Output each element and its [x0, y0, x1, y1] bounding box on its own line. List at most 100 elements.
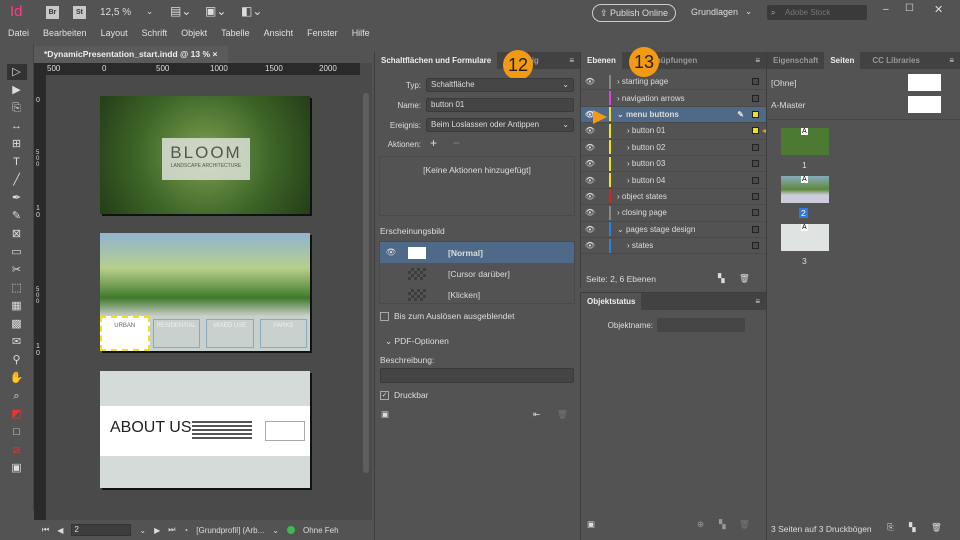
gradient-feather-tool-icon[interactable]: ▩	[7, 316, 27, 332]
preview-icon[interactable]: ▣	[587, 519, 595, 530]
page-size-icon[interactable]: ⎘	[887, 522, 894, 533]
pen-tool-icon[interactable]: ✒	[7, 190, 27, 206]
eye-icon[interactable]: 👁	[581, 176, 599, 185]
eyedropper-tool-icon[interactable]: ⚲	[7, 352, 27, 368]
selection-indicator[interactable]	[752, 127, 759, 135]
screen-mode-normal-icon[interactable]: ▣	[7, 460, 27, 476]
pencil-tool-icon[interactable]: ✎	[7, 208, 27, 224]
menu-button-parks[interactable]: PARKS	[259, 319, 307, 348]
menu-layout[interactable]: Layout	[101, 28, 128, 38]
name-input[interactable]: button 01	[426, 98, 574, 112]
tab-layers[interactable]: Ebenen	[581, 52, 622, 69]
last-page-icon[interactable]: ⏭	[168, 525, 175, 535]
chevron-right-icon[interactable]: ›	[627, 176, 630, 185]
arrange-documents-icon[interactable]: ◧⌄	[241, 4, 262, 18]
layer-row[interactable]: 👁 › button 04	[581, 172, 767, 189]
profile-chevron-icon[interactable]: ⌄	[272, 526, 279, 535]
new-state-icon[interactable]: ⊕	[697, 519, 704, 530]
workspace-switcher[interactable]: Grundlagen	[691, 7, 738, 17]
layer-row[interactable]: 👁 › starting page	[581, 74, 767, 91]
preflight-profile-icon[interactable]: ◔	[183, 526, 188, 535]
zoom-tool-icon[interactable]: ⌕	[7, 388, 27, 404]
preview-icon[interactable]: ▣	[381, 409, 389, 420]
gap-tool-icon[interactable]: ↔	[7, 118, 27, 134]
eye-icon[interactable]: 👁	[581, 241, 599, 250]
bridge-button[interactable]: Br	[46, 6, 59, 19]
stock-button[interactable]: St	[73, 6, 86, 19]
chevron-right-icon[interactable]: ›	[627, 126, 630, 135]
menu-button-urban[interactable]: URBAN	[100, 316, 150, 351]
object-name-input[interactable]	[657, 318, 745, 332]
eye-icon[interactable]: 👁	[581, 225, 599, 234]
apply-none-icon[interactable]: ⧄	[7, 442, 27, 458]
tab-properties[interactable]: Eigenschaft	[767, 52, 824, 69]
tab-cc-libraries[interactable]: CC Libraries	[866, 52, 926, 69]
rectangle-frame-tool-icon[interactable]: ⊠	[7, 226, 27, 242]
state-normal[interactable]: 👁 [Normal]	[380, 242, 574, 263]
document-tab[interactable]: *DynamicPresentation_start.indd @ 13 % ×	[34, 46, 228, 63]
rectangle-tool-icon[interactable]: ▭	[7, 244, 27, 260]
maximize-button[interactable]: ☐	[905, 3, 914, 14]
delete-layer-icon[interactable]: 🗑	[739, 273, 750, 284]
eye-icon[interactable]: 👁	[581, 192, 599, 201]
eye-icon[interactable]: 👁	[380, 247, 402, 258]
layer-row[interactable]: 👁 › button 03	[581, 156, 767, 173]
menu-tabelle[interactable]: Tabelle	[221, 28, 250, 38]
pdf-options-toggle[interactable]: ⌄ PDF-Optionen	[385, 336, 449, 347]
menu-schrift[interactable]: Schrift	[142, 28, 168, 38]
chevron-right-icon[interactable]: ›	[617, 94, 620, 103]
selection-indicator[interactable]	[752, 94, 759, 102]
eye-icon[interactable]: 👁	[581, 126, 599, 135]
first-page-icon[interactable]: ⏮	[42, 525, 49, 535]
master-a[interactable]: A-Master	[767, 94, 960, 114]
selection-tool-icon[interactable]: ▷	[6, 64, 27, 80]
eye-icon[interactable]: 👁	[581, 159, 599, 168]
chevron-right-icon[interactable]: ›	[627, 159, 630, 168]
menu-button-mixed-use[interactable]: MIXED USE	[206, 319, 254, 348]
menu-objekt[interactable]: Objekt	[181, 28, 207, 38]
vertical-scrollbar[interactable]	[360, 63, 372, 520]
delete-page-icon[interactable]: 🗑	[931, 522, 942, 533]
chevron-down-icon[interactable]: ⌄	[617, 225, 624, 234]
selection-indicator[interactable]	[752, 176, 759, 184]
free-transform-tool-icon[interactable]: ⬚	[7, 280, 27, 296]
zoom-chevron-down-icon[interactable]: ⌄	[146, 6, 153, 17]
panel-menu-icon[interactable]: ≡	[563, 52, 580, 69]
menu-button-residential[interactable]: RESIDENTIAL	[152, 319, 200, 348]
layer-row[interactable]: 👁 › button 02	[581, 140, 767, 156]
master-none[interactable]: [Ohne]	[767, 72, 960, 92]
state-click[interactable]: [Klicken]	[380, 284, 574, 305]
layer-row[interactable]: 👁 ⌄ menu buttons ✎	[581, 106, 767, 124]
actions-list[interactable]: [Keine Aktionen hinzugefügt]	[379, 156, 575, 216]
layer-row[interactable]: 👁 ⌄ pages stage design	[581, 222, 767, 238]
menu-hilfe[interactable]: Hilfe	[352, 28, 370, 38]
description-input[interactable]	[380, 368, 574, 383]
gradient-swatch-tool-icon[interactable]: ▦	[7, 298, 27, 314]
page-3[interactable]: ABOUT US	[100, 371, 310, 488]
page-tool-icon[interactable]: ⎘	[7, 100, 27, 116]
trash-icon[interactable]: 🗑	[557, 409, 568, 420]
page-thumbnail-3[interactable]: A	[781, 224, 829, 251]
state-rollover[interactable]: [Cursor darüber]	[380, 263, 574, 284]
tab-object-states[interactable]: Objektstatus	[581, 293, 642, 310]
panel-menu-icon[interactable]: ≡	[749, 52, 766, 69]
eye-icon[interactable]: 👁	[581, 143, 599, 152]
hand-tool-icon[interactable]: ✋	[7, 370, 27, 386]
convert-object-icon[interactable]: ⇤	[533, 409, 540, 420]
publish-online-button[interactable]: ⇪ Publish Online	[592, 4, 676, 22]
selection-indicator[interactable]	[752, 242, 759, 250]
chevron-right-icon[interactable]: ›	[617, 192, 620, 201]
layer-row[interactable]: 👁 › button 01	[581, 123, 767, 140]
preflight-profile[interactable]: [Grundprofil] (Arb...	[196, 526, 264, 535]
page-2[interactable]: URBAN RESIDENTIAL MIXED USE PARKS	[100, 233, 310, 351]
page-number-field[interactable]: 2	[71, 524, 132, 536]
layer-row[interactable]: › navigation arrows	[581, 90, 767, 107]
selection-indicator[interactable]	[752, 78, 759, 86]
layer-row[interactable]: 👁 › object states	[581, 189, 767, 206]
page-dropdown-icon[interactable]: ⌄	[139, 526, 146, 535]
note-tool-icon[interactable]: ✉	[7, 334, 27, 350]
fill-stroke-icon[interactable]: ◩	[7, 406, 27, 422]
type-select[interactable]: Schaltfläche ⌄	[426, 78, 574, 92]
menu-fenster[interactable]: Fenster	[307, 28, 338, 38]
layer-row[interactable]: 👁 › states	[581, 238, 767, 255]
